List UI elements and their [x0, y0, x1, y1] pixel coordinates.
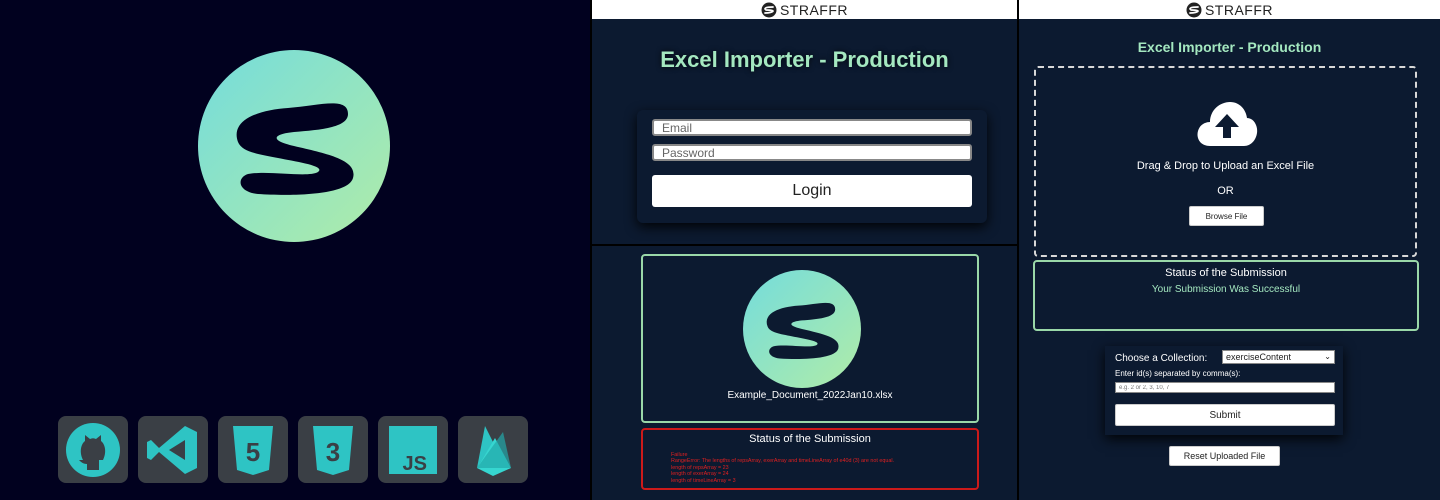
html5-icon: 5 — [233, 425, 273, 475]
ids-input[interactable] — [1115, 382, 1335, 393]
status-panel-failure: Status of the Submission Failure RangeEr… — [641, 428, 979, 490]
github-tile — [58, 416, 128, 483]
straffr-logo — [743, 270, 861, 388]
straffr-logo-small — [1186, 2, 1202, 17]
reset-uploaded-file-button[interactable]: Reset Uploaded File — [1169, 446, 1280, 466]
css3-icon: 3 — [313, 425, 353, 475]
failure-screen: Example_Document_2022Jan10.xlsx Status o… — [592, 246, 1017, 500]
firebase-icon — [477, 425, 511, 476]
github-icon — [66, 422, 120, 477]
javascript-icon: JS — [389, 425, 437, 475]
collection-select[interactable]: exerciseContent ⌄ — [1222, 350, 1335, 364]
html5-tile: 5 — [218, 416, 288, 483]
brand-name: STRAFFR — [1204, 1, 1274, 18]
topbar: STRAFFR — [592, 0, 1017, 19]
firebase-tile — [458, 416, 528, 483]
submit-button[interactable]: Submit — [1115, 404, 1335, 426]
email-field[interactable] — [652, 119, 972, 136]
topbar: STRAFFR — [1019, 0, 1440, 19]
svg-text:JS: JS — [403, 453, 427, 475]
svg-text:3: 3 — [326, 437, 340, 467]
status-panel-success: Status of the Submission Your Submission… — [1033, 260, 1419, 331]
upload-screen: STRAFFR Excel Importer - Production Drag… — [1019, 0, 1440, 500]
brand-name: STRAFFR — [779, 1, 849, 18]
straffr-logo — [198, 50, 390, 242]
collection-label: Choose a Collection: — [1115, 353, 1208, 364]
login-button[interactable]: Login — [652, 175, 972, 207]
tech-stack-row: 5 3 JS — [58, 416, 528, 483]
dropzone-instructions: Drag & Drop to Upload an Excel File — [1136, 160, 1315, 172]
page-title: Excel Importer - Production — [1137, 39, 1322, 55]
collection-value: exerciseContent — [1226, 352, 1292, 362]
password-field[interactable] — [652, 144, 972, 161]
status-message: Your Submission Was Successful — [1151, 284, 1301, 295]
chevron-down-icon: ⌄ — [1324, 352, 1331, 361]
hero-panel: 5 3 JS — [0, 0, 590, 500]
file-preview: Example_Document_2022Jan10.xlsx — [641, 254, 979, 423]
javascript-tile: JS — [378, 416, 448, 483]
page-title: Excel Importer - Production — [660, 47, 949, 72]
svg-text:5: 5 — [246, 437, 260, 467]
css3-tile: 3 — [298, 416, 368, 483]
vscode-icon — [147, 425, 197, 474]
file-name: Example_Document_2022Jan10.xlsx — [727, 390, 893, 401]
login-card: Login — [637, 110, 987, 223]
login-screen: STRAFFR Excel Importer - Production Logi… — [592, 0, 1017, 244]
straffr-logo-small — [761, 2, 777, 17]
vscode-tile — [138, 416, 208, 483]
collection-form: Choose a Collection: exerciseContent ⌄ E… — [1105, 346, 1343, 435]
error-message: Failure RangeError: The lengths of repsA… — [671, 452, 977, 484]
browse-file-button[interactable]: Browse File — [1189, 206, 1264, 226]
dropzone-or: OR — [1217, 185, 1234, 197]
status-title: Status of the Submission — [1165, 267, 1287, 279]
status-title: Status of the Submission — [749, 433, 871, 445]
ids-label: Enter id(s) separated by comma(s): — [1115, 369, 1241, 378]
error-line: length of timeLineArray = 3 — [671, 477, 736, 484]
cloud-upload-icon — [1197, 102, 1258, 146]
file-dropzone[interactable]: Drag & Drop to Upload an Excel File OR B… — [1034, 66, 1417, 257]
